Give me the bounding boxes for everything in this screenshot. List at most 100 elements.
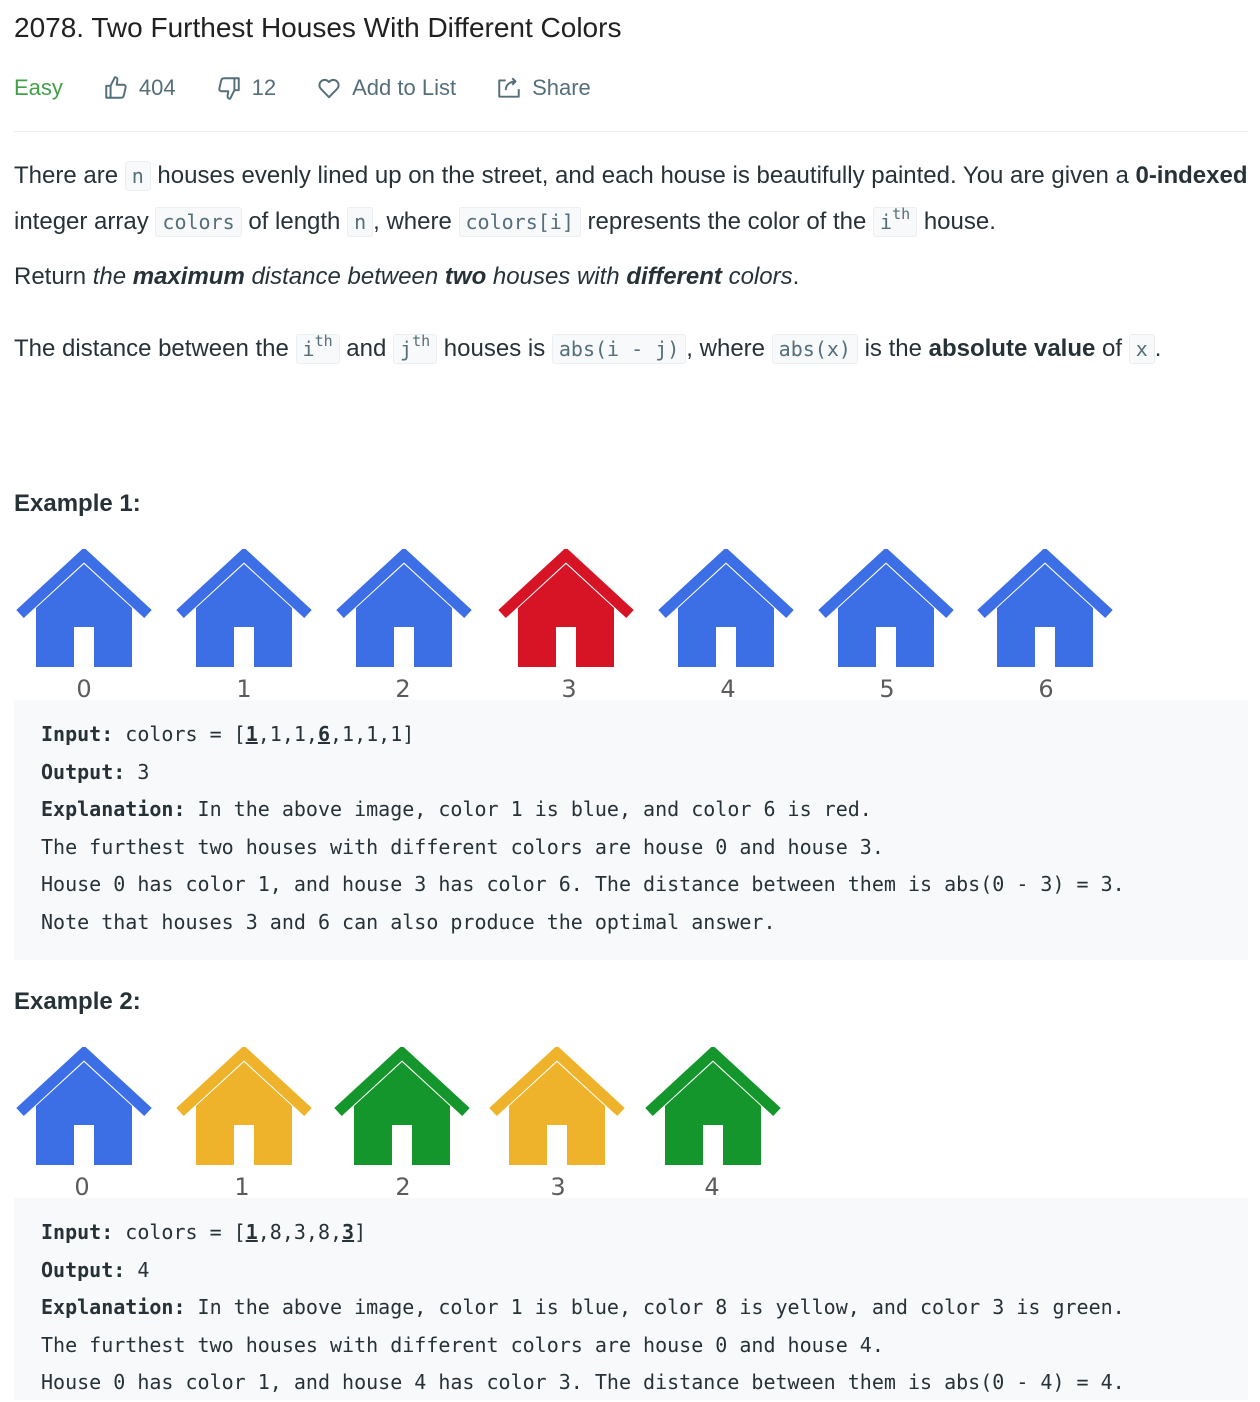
thumbs-up-icon: [103, 75, 129, 101]
p2-text-2: .: [792, 263, 800, 290]
p1-text-4: of length: [241, 208, 348, 235]
add-to-list-button[interactable]: Add to List: [316, 75, 456, 101]
input-mid: ,1,1,: [257, 722, 318, 746]
problem-page: 2078. Two Furthest Houses With Different…: [0, 0, 1260, 1400]
share-button[interactable]: Share: [496, 75, 591, 101]
inline-code-abs-i-j: abs(i - j): [551, 334, 687, 364]
p1-text-5: , where: [373, 208, 459, 235]
explanation-label: Explanation:: [41, 797, 186, 821]
ith-sup-2: th: [314, 332, 333, 350]
problem-meta-bar: Easy 404 12 Add to List Share: [14, 72, 631, 104]
inline-code-x: x: [1128, 334, 1155, 364]
house-index-label: 1: [236, 675, 252, 703]
output-label: Output:: [41, 759, 126, 784]
inline-code-colors: colors: [155, 207, 242, 237]
like-count: 404: [138, 75, 176, 100]
example-1-explanation-line-3: House 0 has color 1, and house 3 has col…: [41, 872, 1125, 896]
p1-text-1: There are: [14, 162, 125, 189]
p2-italic-2: distance between: [244, 263, 445, 290]
example-2-explanation-line-3: House 0 has color 1, and house 4 has col…: [41, 1370, 1125, 1394]
example-2-explanation-line-1: Explanation: In the above image, color 1…: [41, 1289, 1248, 1327]
example-2-explanation-line-2: The furthest two houses with different c…: [41, 1332, 884, 1357]
example-1-code-block: Input: colors = [1,1,1,6,1,1,1] Output: …: [14, 700, 1248, 960]
house-index-label: 4: [704, 1173, 720, 1201]
p2-bold-maximum: maximum: [132, 263, 245, 290]
input-highlight-2: 6: [317, 722, 331, 746]
p3-bold-absolute-value: absolute value: [928, 335, 1096, 362]
ith-base-2: i: [302, 337, 315, 361]
description-paragraph-3: The distance between the ith and jth hou…: [14, 322, 1248, 368]
house-index-label: 4: [720, 675, 736, 703]
house-blue-4: 4: [656, 549, 796, 704]
house-blue-1: 1: [174, 549, 314, 704]
example-2-title: Example 2:: [14, 988, 141, 1015]
jth-sup: th: [412, 332, 431, 350]
thumbs-down-icon: [216, 75, 242, 101]
example-2-input-line: Input: colors = [1,8,3,8,3]: [41, 1214, 1248, 1252]
inline-code-colors-i: colors[i]: [458, 207, 581, 237]
house-blue-0: 0: [14, 549, 154, 704]
house-red-3: 3: [496, 549, 636, 704]
p3-text-1: The distance between the: [14, 335, 296, 362]
house-index-label: 3: [561, 675, 577, 703]
share-label: Share: [532, 75, 591, 100]
explanation-label: Explanation:: [41, 1295, 186, 1319]
p2-italic-1: the: [92, 263, 133, 290]
description-paragraph-2: Return the maximum distance between two …: [14, 258, 1248, 296]
input-label: Input:: [41, 722, 114, 746]
output-label: Output:: [41, 1257, 126, 1282]
example-1-houses-image: 0 1 2 3 4 5 6: [14, 549, 1248, 704]
example-2-code-block: Input: colors = [1,8,3,8,3] Output: 4 Ex…: [14, 1198, 1248, 1400]
p3-text-7: .: [1154, 335, 1162, 362]
example-1-explanation-line-4: Note that houses 3 and 6 can also produc…: [41, 909, 776, 934]
difficulty-label: Easy: [14, 75, 63, 100]
input-post: ]: [354, 1220, 367, 1244]
example-1-input-line: Input: colors = [1,1,1,6,1,1,1]: [41, 716, 1248, 754]
p3-text-6: of: [1095, 335, 1129, 362]
input-post: ,1,1,1]: [330, 722, 415, 746]
meta-divider: [14, 131, 1248, 132]
p3-text-3: houses is: [437, 335, 552, 362]
p1-text-7: house.: [917, 208, 996, 235]
input-highlight-2: 3: [342, 1220, 355, 1244]
p2-text-1: Return: [14, 263, 93, 290]
p1-bold-0-indexed: 0-indexed: [1135, 162, 1248, 189]
inline-code-n: n: [124, 161, 151, 191]
p2-bold-different: different: [626, 263, 722, 290]
input-mid: ,8,3,8,: [257, 1220, 343, 1244]
example-2-houses-image: 0 1 2 3 4: [14, 1047, 1248, 1202]
house-index-label: 0: [76, 675, 92, 703]
house-blue-5: 5: [816, 549, 956, 704]
house-index-label: 2: [395, 1173, 411, 1201]
house-green-2: 2: [332, 1047, 472, 1202]
ith-base: i: [880, 210, 893, 234]
p3-text-2: and: [339, 335, 394, 362]
house-index-label: 1: [234, 1173, 250, 1201]
example-1-explanation-line-2: The furthest two houses with different c…: [41, 834, 884, 859]
input-highlight-1: 1: [245, 722, 258, 746]
house-yellow-3: 3: [487, 1047, 627, 1202]
explanation-text: In the above image, color 1 is blue, and…: [185, 797, 872, 821]
house-index-label: 5: [879, 675, 895, 703]
problem-title: 2078. Two Furthest Houses With Different…: [14, 12, 622, 43]
description-paragraph-1: There are n houses evenly lined up on th…: [14, 157, 1248, 241]
dislike-count: 12: [251, 75, 277, 100]
share-icon: [496, 75, 522, 101]
p2-italic-4: colors: [721, 263, 793, 290]
output-value: 4: [125, 1257, 150, 1282]
jth-base: j: [400, 337, 413, 361]
example-1-title: Example 1:: [14, 490, 141, 517]
p2-italic-3: houses with: [486, 263, 627, 290]
inline-code-ith: ith: [873, 205, 918, 237]
example-1-output-line: Output: 3: [41, 754, 1248, 792]
ith-sup: th: [892, 205, 911, 223]
input-pre: colors = [: [113, 722, 246, 746]
input-highlight-1: 1: [245, 1220, 258, 1244]
house-index-label: 3: [550, 1173, 566, 1201]
explanation-text: In the above image, color 1 is blue, col…: [185, 1295, 1125, 1319]
house-index-label: 0: [74, 1173, 90, 1201]
like-button[interactable]: 404: [103, 75, 176, 101]
inline-code-n-2: n: [347, 207, 374, 237]
output-value: 3: [125, 759, 150, 784]
dislike-button[interactable]: 12: [216, 75, 276, 101]
